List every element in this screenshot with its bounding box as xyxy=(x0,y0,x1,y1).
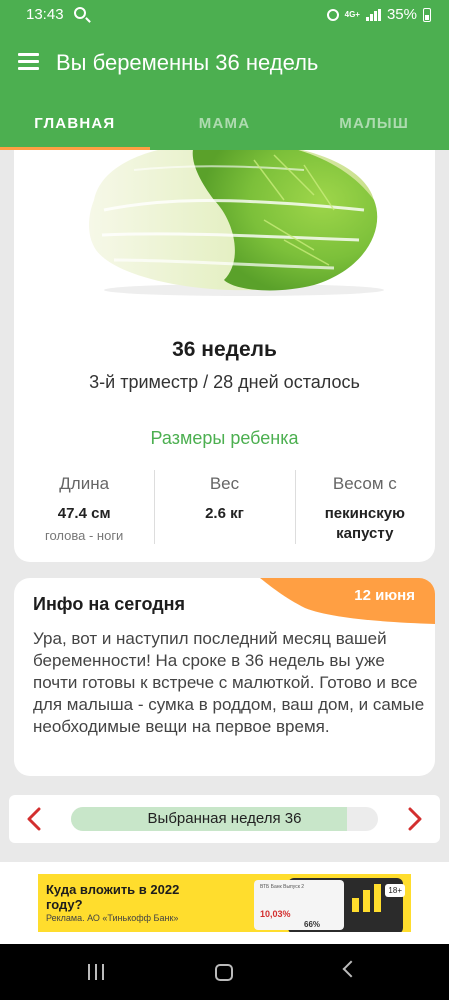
week-title: 36 недель xyxy=(172,338,277,361)
tab-mom[interactable]: МАМА xyxy=(150,100,300,150)
ad-headline: Куда вложить в 2022 году? xyxy=(46,882,180,912)
ad-banner[interactable]: Куда вложить в 2022 году? Реклама. АО «Т… xyxy=(38,874,411,932)
info-date: 12 июня xyxy=(354,587,415,604)
info-title: Инфо на сегодня xyxy=(33,594,186,614)
stat-length: Длина 47.4 см голова - ноги xyxy=(14,468,154,546)
app-bar: Вы беременны 36 недель xyxy=(0,30,449,100)
stat-value: пекинскую капусту xyxy=(324,505,405,542)
status-bar: 13:43 4G+ 35% xyxy=(0,0,449,30)
stat-value: 2.6 кг xyxy=(205,505,244,522)
trimester-text: 3-й триместр / 28 дней осталось xyxy=(89,372,360,392)
ad-rate-secondary: 66% xyxy=(304,920,321,929)
system-nav-bar xyxy=(0,944,449,1000)
napa-cabbage-image xyxy=(89,150,384,296)
tab-main[interactable]: ГЛАВНАЯ xyxy=(0,100,150,150)
back-icon[interactable] xyxy=(342,960,360,978)
status-time: 13:43 xyxy=(26,6,64,23)
week-label: Выбранная неделя 36 xyxy=(147,810,302,827)
app-title: Вы беременны 36 недель xyxy=(56,50,319,75)
search-icon xyxy=(74,7,86,19)
ad-age-badge: 18+ xyxy=(385,884,405,897)
week-progress-bar[interactable]: Выбранная неделя 36 xyxy=(71,807,378,831)
recent-apps-icon[interactable] xyxy=(88,964,104,980)
info-text: Ура, вот и наступил последний месяц ваше… xyxy=(33,629,425,736)
ad-disclaimer: Реклама. АО «Тинькофф Банк» xyxy=(46,913,179,923)
network-type: 4G+ xyxy=(344,9,360,19)
tab-baby[interactable]: МАЛЫШ xyxy=(299,100,449,150)
stat-label: Вес xyxy=(209,474,240,493)
stat-comparison: Весом с пекинскую капусту xyxy=(294,468,435,546)
battery-icon xyxy=(423,7,431,22)
stat-sub: голова - ноги xyxy=(45,528,124,543)
status-icons: 4G+ 35% xyxy=(326,6,431,23)
signal-icon xyxy=(365,8,381,21)
ad-area: Куда вложить в 2022 году? Реклама. АО «Т… xyxy=(0,862,449,944)
alarm-icon xyxy=(326,8,339,21)
stat-weight: Вес 2.6 кг xyxy=(154,468,294,546)
stat-label: Весом с xyxy=(332,474,397,493)
ad-card-text: ВТБ Банк Выпуск 2 xyxy=(260,884,305,890)
home-icon[interactable] xyxy=(215,964,233,981)
chart-bars-icon xyxy=(352,884,381,912)
week-card: 36 недель 3-й триместр / 28 дней осталос… xyxy=(14,150,435,562)
baby-sizes-link[interactable]: Размеры ребенка xyxy=(14,428,435,449)
baby-stats: Длина 47.4 см голова - ноги Вес 2.6 кг В… xyxy=(14,468,435,546)
tab-bar: ГЛАВНАЯ МАМА МАЛЫШ xyxy=(0,100,449,150)
stat-value: 47.4 см xyxy=(57,505,111,522)
ad-card: ВТБ Банк Выпуск 2 10,03% 66% xyxy=(254,880,344,930)
battery-percent: 35% xyxy=(386,6,417,23)
stat-label: Длина xyxy=(59,474,110,493)
menu-icon[interactable] xyxy=(18,53,39,70)
week-selector: Выбранная неделя 36 xyxy=(9,795,440,843)
ad-rate: 10,03% xyxy=(260,909,291,919)
chevron-right-icon[interactable] xyxy=(402,807,426,831)
chevron-left-icon[interactable] xyxy=(23,807,47,831)
info-card: 12 июня Инфо на сегодня Ура, вот и насту… xyxy=(14,578,435,776)
